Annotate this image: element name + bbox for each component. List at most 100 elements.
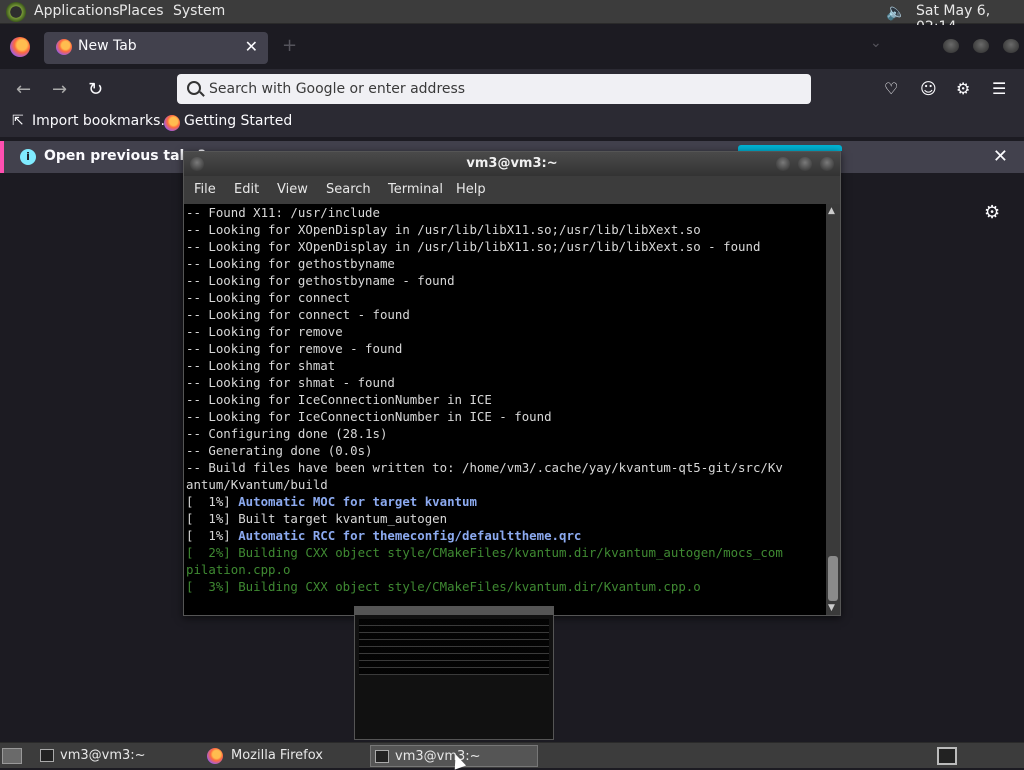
terminal-line: -- Configuring done (28.1s): [186, 426, 388, 441]
terminal-menubar: File Edit View Search Terminal Help: [184, 176, 840, 204]
minimize-button[interactable]: [943, 39, 959, 53]
tab-title: New Tab: [78, 38, 137, 54]
terminal-line: -- Looking for connect - found: [186, 307, 410, 322]
maximize-button[interactable]: [973, 39, 989, 53]
terminal-build-line: [ 1%] Automatic MOC for target kvantum: [186, 493, 826, 510]
terminal-line: -- Found X11: /usr/include: [186, 205, 380, 220]
build-progress: [ 2%]: [186, 545, 239, 560]
scroll-thumb[interactable]: [828, 556, 838, 601]
terminal-titlebar[interactable]: vm3@vm3:~: [184, 152, 840, 176]
terminal-line: -- Looking for XOpenDisplay in /usr/lib/…: [186, 239, 761, 254]
terminal-scrollbar[interactable]: ▲ ▼: [826, 204, 840, 615]
terminal-output[interactable]: -- Found X11: /usr/include -- Looking for…: [184, 204, 826, 615]
info-icon: i: [20, 149, 36, 165]
hamburger-menu-icon[interactable]: ☰: [992, 79, 1006, 98]
import-icon: ⇱: [12, 113, 24, 129]
workspace-switcher[interactable]: [937, 747, 957, 765]
terminal-line: -- Looking for remove: [186, 324, 343, 339]
speaker-icon[interactable]: 🔈: [886, 2, 906, 22]
back-arrow-icon[interactable]: ←: [16, 79, 31, 100]
menu-edit[interactable]: Edit: [234, 182, 259, 197]
plus-icon[interactable]: +: [282, 35, 297, 56]
menu-file[interactable]: File: [194, 182, 216, 197]
tab-new-tab[interactable]: New Tab ✕: [44, 32, 268, 64]
notification-text: Open previous tabs?: [44, 148, 207, 164]
navigation-bar: ← → ↻ ♡ ☺ ⚙ ☰: [0, 69, 1024, 109]
gnome-foot-icon[interactable]: [6, 2, 26, 22]
menu-view[interactable]: View: [277, 182, 308, 197]
applications-menu[interactable]: Applications: [34, 3, 120, 19]
gear-icon[interactable]: ⚙: [984, 202, 1000, 223]
reload-icon[interactable]: ↻: [88, 79, 103, 100]
taskbar-item-label: vm3@vm3:~: [60, 748, 146, 763]
bottom-panel: vm3@vm3:~ Mozilla Firefox vm3@vm3:~: [0, 742, 1024, 768]
menu-help[interactable]: Help: [456, 182, 486, 197]
firefox-tab-bar: New Tab ✕ + ⌄: [0, 25, 1024, 69]
terminal-build-line: pilation.cpp.o: [186, 561, 826, 578]
window-close-button[interactable]: [820, 157, 834, 171]
terminal-window: vm3@vm3:~ File Edit View Search Terminal…: [183, 151, 841, 616]
bookmark-getting-started[interactable]: Getting Started: [184, 113, 292, 129]
chevron-down-icon[interactable]: ⌄: [870, 35, 882, 51]
menu-search[interactable]: Search: [326, 182, 371, 197]
build-message: Building CXX object style/CMakeFiles/kva…: [238, 579, 701, 594]
firefox-icon: [207, 748, 223, 764]
terminal-line: -- Looking for IceConnectionNumber in IC…: [186, 409, 552, 424]
taskbar-item-terminal[interactable]: vm3@vm3:~: [36, 745, 196, 767]
terminal-lines: -- Found X11: /usr/include -- Looking for…: [186, 204, 826, 595]
menu-terminal[interactable]: Terminal: [388, 182, 443, 197]
taskbar-item-label: Mozilla Firefox: [231, 748, 323, 763]
terminal-line: -- Generating done (0.0s): [186, 443, 373, 458]
terminal-line: -- Looking for shmat - found: [186, 375, 395, 390]
terminal-line: -- Looking for gethostbyname: [186, 256, 395, 271]
bookmark-import[interactable]: Import bookmarks…: [32, 113, 174, 129]
terminal-line: -- Looking for XOpenDisplay in /usr/lib/…: [186, 222, 701, 237]
close-icon[interactable]: ✕: [245, 37, 258, 56]
maximize-button[interactable]: [798, 157, 812, 171]
build-progress: [ 3%]: [186, 579, 239, 594]
account-icon[interactable]: ☺: [920, 79, 937, 98]
scroll-up-arrow-icon[interactable]: ▲: [828, 206, 835, 216]
taskbar-item-firefox[interactable]: Mozilla Firefox: [203, 745, 363, 767]
minimize-button[interactable]: [776, 157, 790, 171]
terminal-build-line: [ 3%] Building CXX object style/CMakeFil…: [186, 578, 826, 595]
build-message: Built target kvantum_autogen: [238, 511, 448, 526]
terminal-line: -- Looking for gethostbyname - found: [186, 273, 455, 288]
forward-arrow-icon[interactable]: →: [52, 79, 67, 100]
url-bar[interactable]: [177, 74, 811, 104]
terminal-icon: [375, 750, 389, 763]
build-progress: [ 1%]: [186, 494, 239, 509]
preview-menubar: [355, 607, 553, 615]
top-panel: Applications Places System 🔈 Sat May 6, …: [0, 0, 1024, 35]
build-message: Building CXX object style/CMakeFiles/kva…: [238, 545, 783, 560]
window-preview-thumbnail[interactable]: [354, 606, 554, 740]
build-message: Automatic MOC for target kvantum: [238, 494, 477, 509]
system-menu[interactable]: System: [173, 3, 225, 19]
places-menu[interactable]: Places: [119, 3, 164, 19]
terminal-line: -- Looking for IceConnectionNumber in IC…: [186, 392, 492, 407]
terminal-line: antum/Kvantum/build: [186, 477, 328, 492]
firefox-view-icon[interactable]: [10, 37, 30, 57]
window-close-button[interactable]: [1003, 39, 1019, 53]
build-message: pilation.cpp.o: [186, 562, 291, 577]
build-progress: [ 1%]: [186, 528, 239, 543]
preview-content: [359, 619, 549, 675]
search-icon: [187, 81, 201, 95]
build-message: Automatic RCC for themeconfig/defaultthe…: [238, 528, 582, 543]
terminal-build-line: [ 1%] Automatic RCC for themeconfig/defa…: [186, 527, 826, 544]
terminal-build-line: [ 2%] Building CXX object style/CMakeFil…: [186, 544, 826, 561]
terminal-build-line: [ 1%] Built target kvantum_autogen: [186, 510, 826, 527]
terminal-line: -- Looking for remove - found: [186, 341, 403, 356]
search-input[interactable]: [209, 78, 789, 100]
scroll-down-arrow-icon[interactable]: ▼: [828, 603, 835, 613]
close-icon[interactable]: ✕: [993, 146, 1008, 167]
extensions-icon[interactable]: ⚙: [956, 79, 970, 98]
show-desktop-icon[interactable]: [2, 748, 22, 764]
terminal-line: -- Looking for connect: [186, 290, 351, 305]
firefox-icon: [164, 115, 180, 131]
terminal-icon: [40, 749, 54, 762]
taskbar-item-label: vm3@vm3:~: [395, 749, 481, 764]
build-progress: [ 1%]: [186, 511, 239, 526]
pocket-icon[interactable]: ♡: [884, 79, 898, 98]
firefox-icon: [56, 39, 72, 55]
